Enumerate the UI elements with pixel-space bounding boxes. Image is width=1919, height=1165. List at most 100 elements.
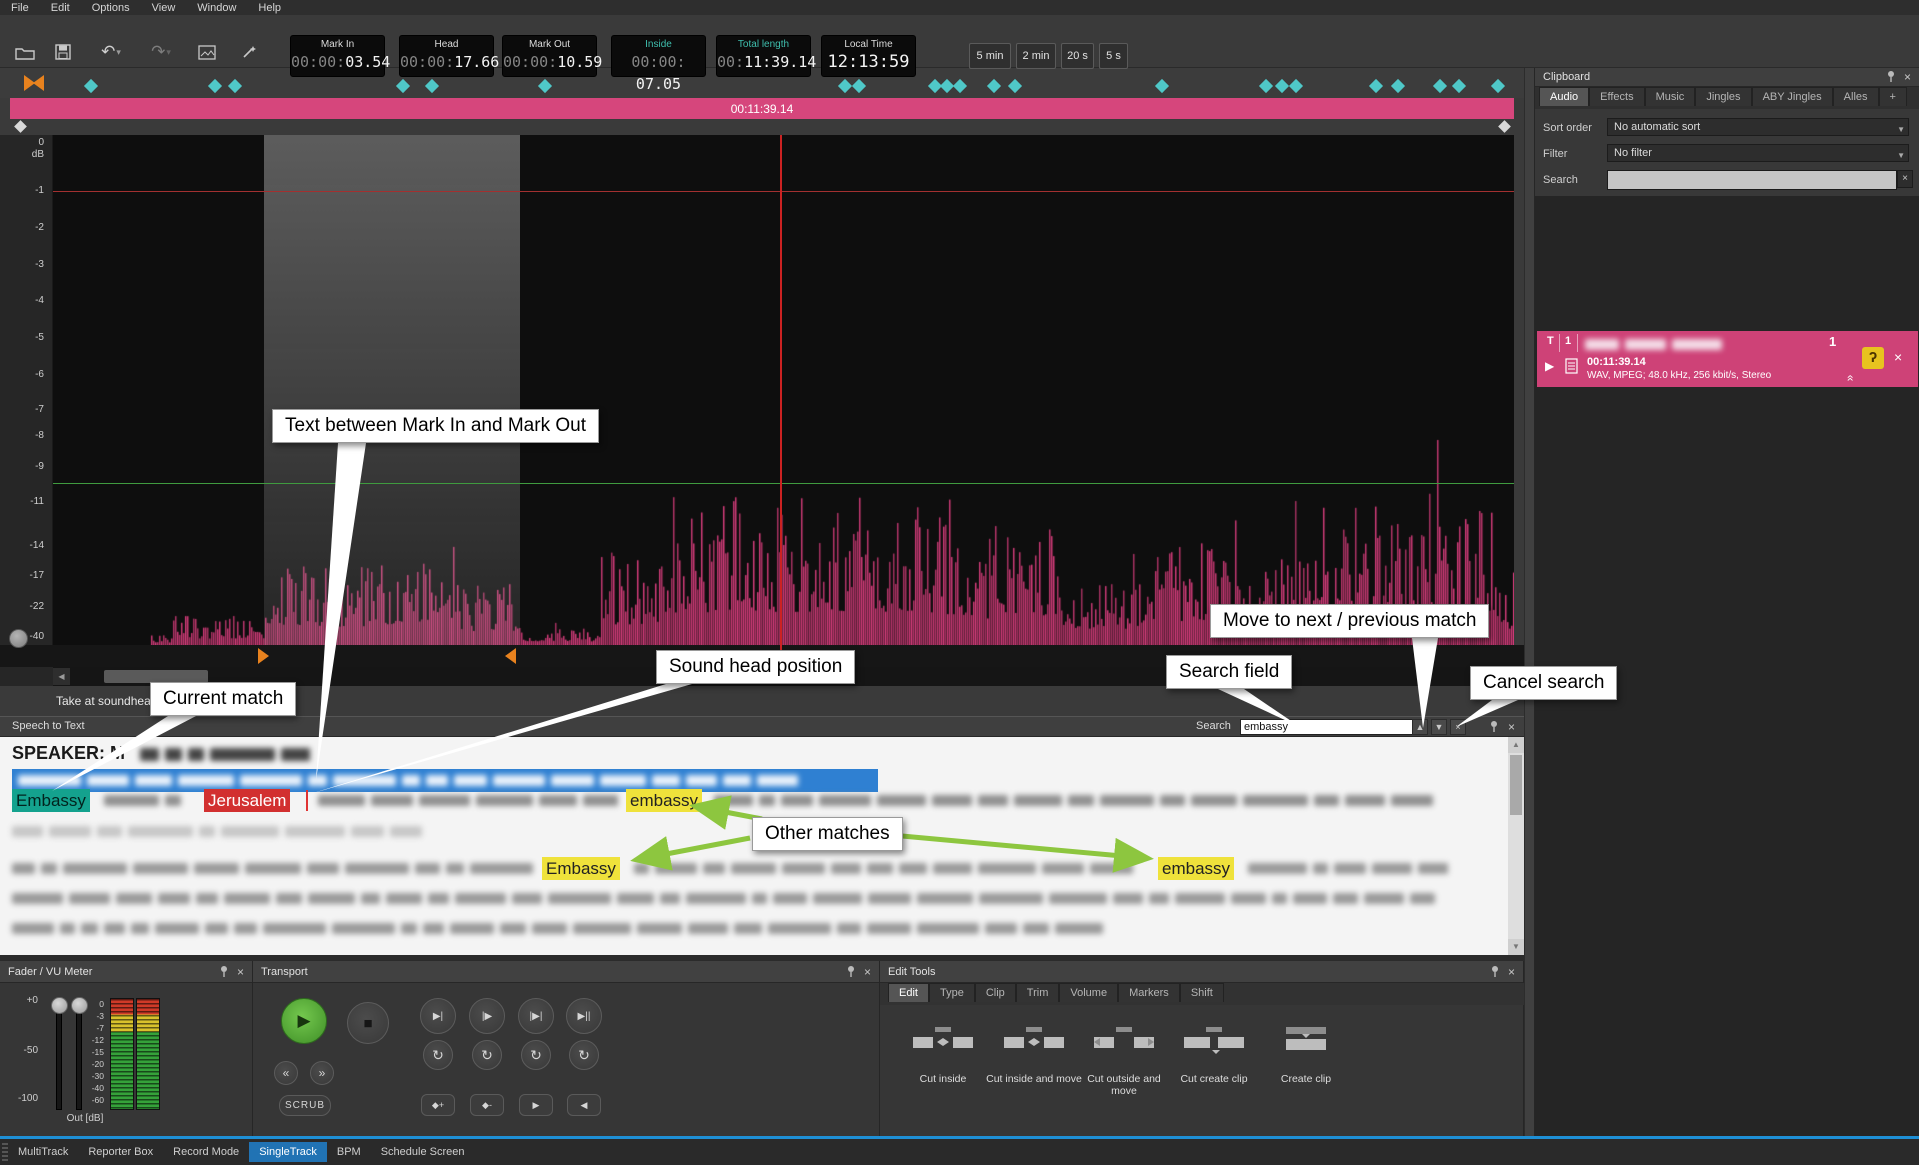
menu-options[interactable]: Options (81, 2, 141, 14)
forward-button[interactable]: » (310, 1061, 334, 1085)
mark-out-display[interactable]: Mark Out 00:00:10.59 (502, 35, 597, 77)
tab-clip[interactable]: Clip (975, 983, 1016, 1002)
gain-knob[interactable] (9, 629, 28, 648)
fader-track[interactable] (76, 1003, 82, 1110)
menu-help[interactable]: Help (247, 2, 292, 14)
create-clip-label[interactable]: Create clip (1256, 1073, 1356, 1085)
save-icon[interactable] (48, 39, 78, 65)
mark-in-display[interactable]: Mark In 00:00:03.54 (290, 35, 385, 77)
mark-in-flag-icon[interactable] (258, 648, 269, 664)
loop-button-2[interactable]: ↻ (472, 1040, 502, 1070)
tab-reporter-box[interactable]: Reporter Box (78, 1142, 163, 1162)
listen-ear-icon[interactable]: ʔ (1862, 347, 1884, 369)
timeline-marker[interactable] (1491, 79, 1505, 93)
next-marker-button[interactable]: ▶ (519, 1094, 553, 1116)
timeline-marker[interactable] (538, 79, 552, 93)
scroll-up-button[interactable]: ▲ (1508, 737, 1524, 753)
entity-highlight[interactable]: Jerusalem (204, 789, 290, 812)
scrollbar-thumb[interactable] (1510, 755, 1522, 815)
range-start-handle[interactable] (14, 120, 27, 133)
sort-order-select[interactable]: No automatic sort▼ (1607, 118, 1909, 136)
play-over-mark-button[interactable]: |▶| (518, 998, 554, 1034)
filter-select[interactable]: No filter▼ (1607, 144, 1909, 162)
duration-2min-button[interactable]: 2 min (1016, 43, 1056, 69)
timeline-marker[interactable] (208, 79, 222, 93)
fader-knob-left[interactable] (51, 997, 68, 1014)
current-match-highlight[interactable]: Embassy (12, 789, 90, 812)
loop-button-3[interactable]: ↻ (521, 1040, 551, 1070)
tab-shift[interactable]: Shift (1180, 983, 1224, 1002)
cancel-search-button[interactable]: × (1450, 719, 1466, 735)
open-folder-icon[interactable] (10, 39, 40, 65)
timeline-overview-bar[interactable]: 00:11:39.14 (10, 98, 1514, 119)
pin-icon[interactable] (1886, 70, 1896, 83)
close-icon[interactable]: × (1904, 71, 1911, 83)
timeline-marker[interactable] (838, 79, 852, 93)
other-match-highlight[interactable]: embassy (1158, 857, 1234, 880)
tab-edit[interactable]: Edit (888, 983, 929, 1002)
take-at-soundhead-label[interactable]: Take at soundhead (56, 694, 157, 708)
play-from-mark-button[interactable]: |▶ (469, 998, 505, 1034)
pin-icon[interactable] (1489, 720, 1499, 736)
timeline-marker[interactable] (1433, 79, 1447, 93)
timeline-start-marker-icon[interactable] (33, 75, 44, 91)
cut-create-clip-label[interactable]: Cut create clip (1164, 1073, 1264, 1085)
menu-file[interactable]: File (0, 2, 40, 14)
scroll-left-button[interactable]: ◀ (53, 668, 70, 685)
expand-item-icon[interactable]: » (1842, 375, 1856, 382)
pin-icon[interactable] (219, 965, 229, 978)
duration-5min-button[interactable]: 5 min (969, 43, 1011, 69)
tools-wand-button[interactable] (234, 39, 264, 65)
menu-window[interactable]: Window (186, 2, 247, 14)
previous-marker-button[interactable]: ◀ (567, 1094, 601, 1116)
total-length-display[interactable]: Total length 00:11:39.14 (716, 35, 811, 77)
local-time-display[interactable]: Local Time 12:13:59 (821, 35, 916, 77)
clear-search-button[interactable]: × (1897, 170, 1913, 188)
play-selection-button[interactable]: ▶|| (566, 998, 602, 1034)
cut-outside-move-button[interactable] (1092, 1025, 1156, 1058)
cut-inside-button[interactable] (911, 1025, 975, 1058)
timeline-marker[interactable] (953, 79, 967, 93)
redo-dropdown-icon[interactable]: ▾ (166, 47, 171, 58)
timeline-marker[interactable] (1369, 79, 1383, 93)
tab-type[interactable]: Type (929, 983, 975, 1002)
close-icon[interactable]: × (1508, 966, 1515, 978)
other-match-highlight[interactable]: embassy (626, 789, 702, 812)
scroll-down-button[interactable]: ▼ (1508, 939, 1524, 955)
close-icon[interactable]: × (237, 966, 244, 978)
duration-20s-button[interactable]: 20 s (1061, 43, 1094, 69)
next-match-button[interactable]: ▼ (1431, 719, 1447, 735)
waveform-area[interactable] (53, 135, 1514, 645)
head-display[interactable]: Head 00:00:17.66 (399, 35, 494, 77)
undo-dropdown-icon[interactable]: ▾ (116, 47, 121, 58)
transcript-scrollbar[interactable]: ▲ ▼ (1508, 737, 1524, 955)
timeline-marker[interactable] (84, 79, 98, 93)
undo-button[interactable]: ↶▾ (92, 39, 130, 65)
tab-multitrack[interactable]: MultiTrack (8, 1142, 78, 1162)
tab-music[interactable]: Music (1645, 87, 1696, 106)
cut-inside-label[interactable]: Cut inside (893, 1073, 993, 1085)
timeline-marker[interactable] (228, 79, 242, 93)
fader-track[interactable] (56, 1003, 62, 1110)
play-to-mark-button[interactable]: ▶| (420, 998, 456, 1034)
tab-aby-jingles[interactable]: ABY Jingles (1752, 87, 1833, 106)
timeline-marker[interactable] (1275, 79, 1289, 93)
clipboard-item[interactable]: T 1 1 ▶ 00:11:39.14 WAV, MPEG; 48.0 kHz,… (1537, 331, 1918, 387)
stop-button[interactable]: ■ (347, 1002, 389, 1044)
timeline-marker[interactable] (396, 79, 410, 93)
inside-display[interactable]: Inside 00:00: 07.05 (611, 35, 706, 77)
close-icon[interactable]: × (864, 966, 871, 978)
mark-in-out-selection[interactable] (264, 135, 520, 645)
export-image-button[interactable] (192, 39, 222, 65)
mark-out-flag-icon[interactable] (505, 648, 516, 664)
tab-bpm[interactable]: BPM (327, 1142, 371, 1162)
cut-inside-move-button[interactable] (1002, 1025, 1066, 1058)
redo-button[interactable]: ↷▾ (142, 39, 180, 65)
tab-audio[interactable]: Audio (1539, 87, 1589, 106)
timeline-marker[interactable] (852, 79, 866, 93)
remove-item-icon[interactable]: × (1894, 349, 1902, 365)
menu-edit[interactable]: Edit (40, 2, 81, 14)
selected-transcript-line[interactable] (12, 769, 878, 792)
clipboard-search-input[interactable] (1607, 170, 1897, 190)
loop-button-1[interactable]: ↻ (423, 1040, 453, 1070)
